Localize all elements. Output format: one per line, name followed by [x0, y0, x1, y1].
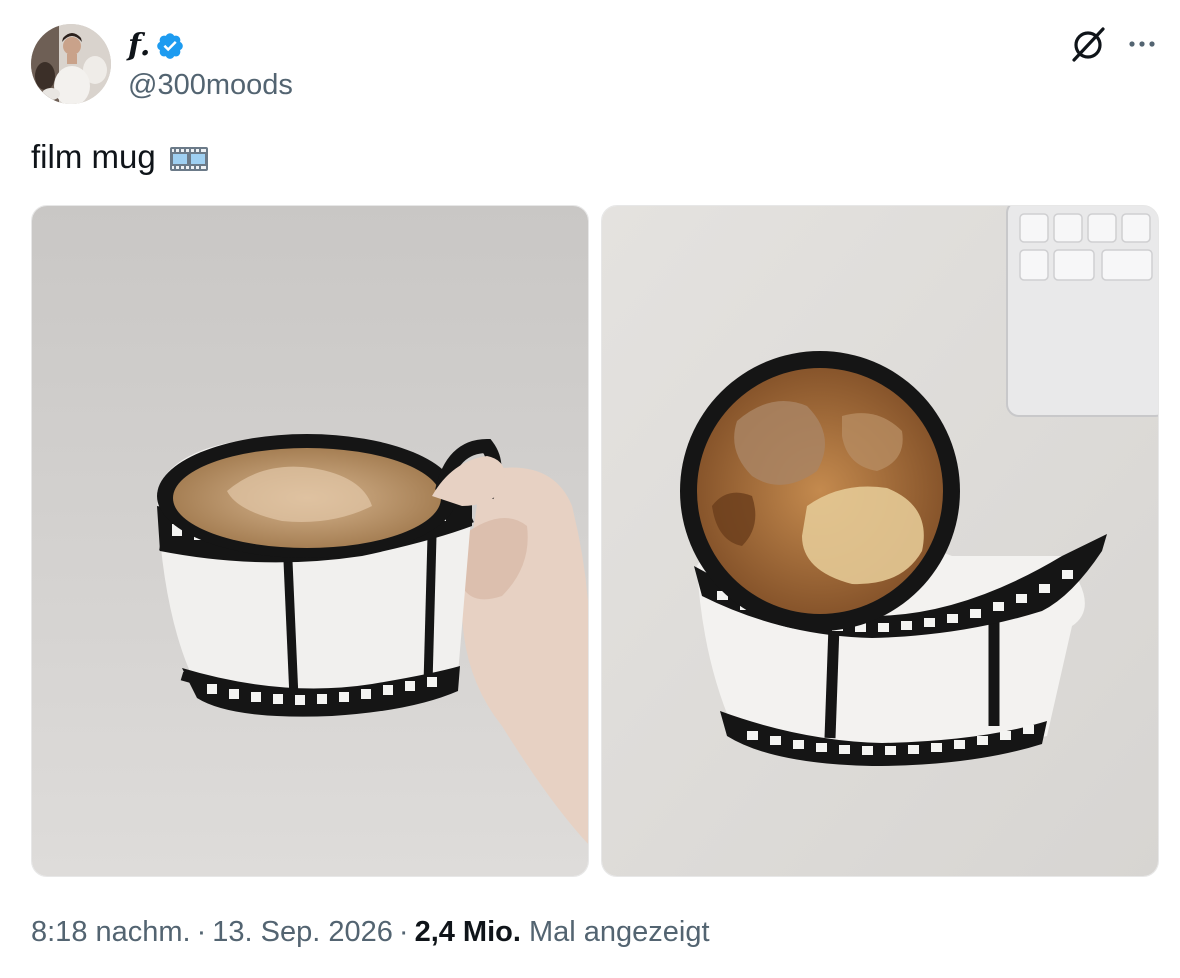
- media-photo-2[interactable]: [601, 205, 1159, 877]
- author-name-row[interactable]: f.: [128, 26, 185, 66]
- grok-icon: [1072, 27, 1105, 62]
- author-handle[interactable]: @300moods: [128, 68, 293, 102]
- photo-film-mug-held-icon: [32, 206, 588, 876]
- views-count[interactable]: 2,4 Mio.: [415, 916, 521, 948]
- avatar-image: [31, 24, 111, 104]
- meta-separator: ·: [196, 916, 207, 948]
- film-frames-emoji-icon: [169, 147, 208, 171]
- avatar[interactable]: [31, 24, 111, 104]
- more-horizontal-icon: [1129, 41, 1155, 47]
- tweet-text: film mug: [31, 137, 209, 177]
- grok-button[interactable]: [1068, 24, 1108, 64]
- tweet-text-content: film mug: [31, 138, 156, 175]
- views-label: Mal angezeigt: [528, 916, 710, 948]
- media-photo-1[interactable]: [31, 205, 589, 877]
- display-name[interactable]: f.: [128, 28, 150, 64]
- verified-badge-icon[interactable]: [155, 31, 185, 61]
- photo-film-mug-on-desk-icon: [602, 206, 1158, 876]
- tweet-meta: 8:18 nachm. · 13. Sep. 2026 · 2,4 Mio. Mal a…: [31, 913, 710, 951]
- tweet-date[interactable]: 13. Sep. 2026: [212, 916, 393, 948]
- more-options-button[interactable]: [1122, 24, 1162, 64]
- meta-separator: ·: [398, 916, 409, 948]
- tweet-time[interactable]: 8:18 nachm.: [31, 916, 191, 948]
